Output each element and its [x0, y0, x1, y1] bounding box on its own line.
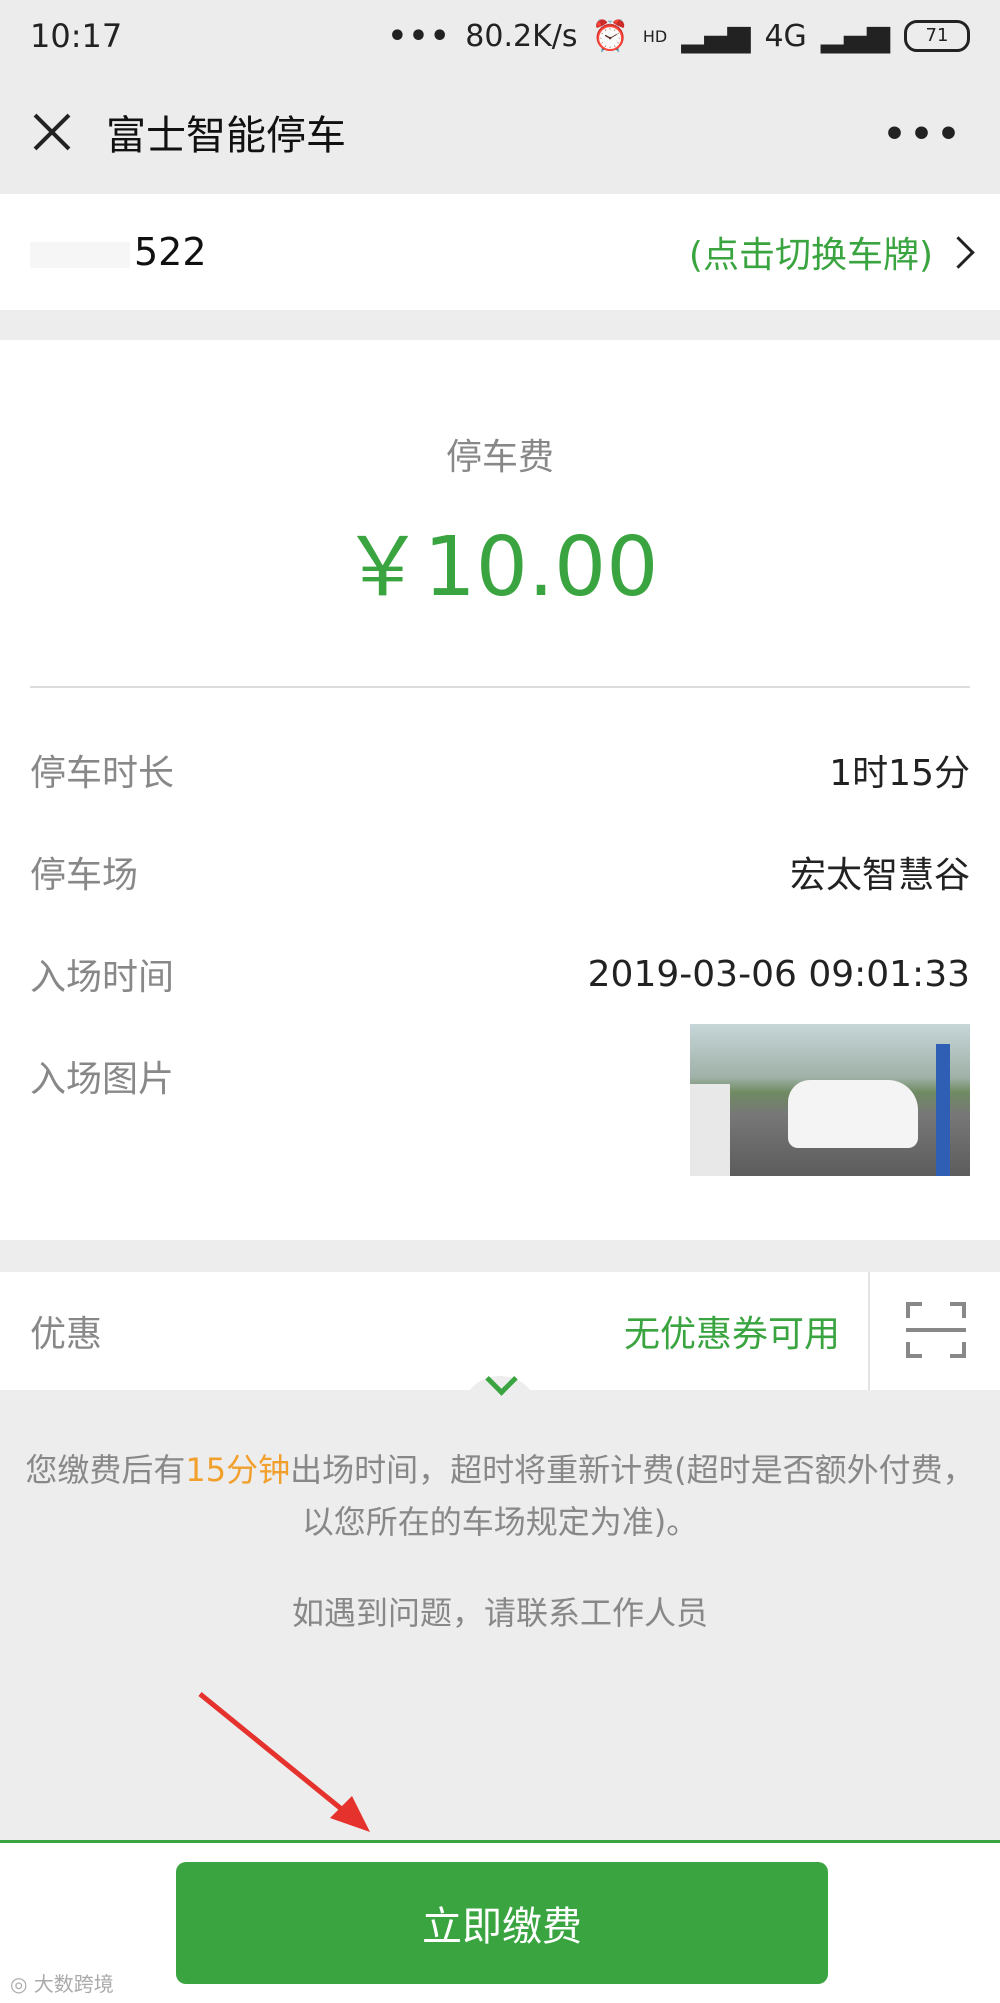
red-arrow-annotation [198, 1692, 370, 1832]
pay-now-button[interactable]: 立即缴费 [176, 1862, 828, 1984]
watermark-logo: ◎ 大数跨境 [10, 1972, 114, 1996]
